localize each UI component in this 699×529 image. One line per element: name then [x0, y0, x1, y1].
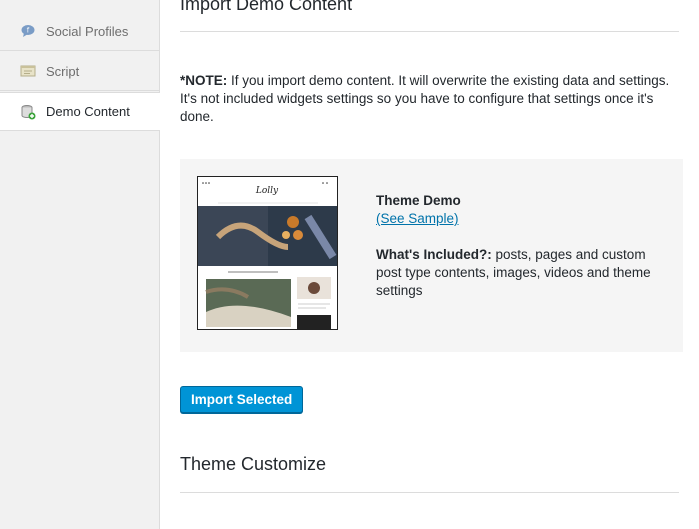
sidebar-item-demo-content[interactable]: Demo Content	[0, 92, 160, 131]
svg-text:Lolly: Lolly	[255, 186, 279, 196]
database-add-icon	[20, 104, 36, 120]
note-label: *NOTE:	[180, 73, 228, 88]
see-sample-link[interactable]: (See Sample)	[376, 210, 459, 228]
sidebar-item-social-profiles[interactable]: f Social Profiles	[0, 12, 159, 51]
customize-divider	[180, 492, 679, 493]
theme-customize-heading: Theme Customize	[180, 454, 327, 474]
included-description: What's Included?: posts, pages and custo…	[376, 246, 666, 300]
demo-info: Theme Demo (See Sample) What's Included?…	[376, 192, 666, 300]
main-panel: Import Demo Content *NOTE: If you import…	[160, 0, 699, 529]
note-text: If you import demo content. It will over…	[180, 73, 670, 124]
import-note: *NOTE: If you import demo content. It wi…	[180, 72, 680, 126]
included-label: What's Included?:	[376, 247, 492, 262]
sidebar-item-script[interactable]: Script	[0, 52, 159, 91]
sidebar-item-label: Demo Content	[46, 104, 130, 119]
speech-bubble-icon: f	[20, 23, 36, 39]
import-selected-button[interactable]: Import Selected	[180, 386, 304, 413]
demo-option-box[interactable]: Lolly Theme Demo (See Sample) What's Inc…	[180, 159, 683, 352]
import-demo-heading: Import Demo Content	[180, 0, 353, 14]
theme-demo-thumbnail[interactable]: Lolly	[197, 176, 338, 330]
settings-sidebar: f Social Profiles Script Demo Content	[0, 0, 160, 529]
sidebar-item-label: Script	[46, 63, 80, 79]
heading-divider	[180, 31, 679, 32]
script-window-icon	[20, 63, 36, 79]
demo-title: Theme Demo	[376, 193, 461, 208]
sidebar-item-label: Social Profiles	[46, 23, 129, 39]
